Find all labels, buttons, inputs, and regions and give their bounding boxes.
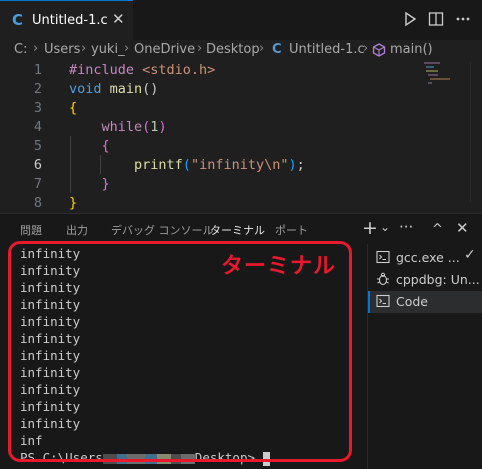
indent-guide bbox=[100, 155, 101, 174]
code-line[interactable]: } bbox=[69, 176, 110, 192]
terminal-list: gcc.exe ... ✓ cppdbg: Un... Code bbox=[367, 244, 482, 469]
check-icon: ✓ bbox=[464, 247, 476, 263]
code-token: } bbox=[69, 176, 110, 192]
bottom-panel: 問題 出力 デバッグ コンソール ターミナル ポート + ⌄ ··· ^ ✕ i… bbox=[0, 213, 482, 469]
tab-ports[interactable]: ポート bbox=[275, 222, 308, 238]
terminal-list-label: gcc.exe ... bbox=[396, 250, 460, 265]
panel-tabs: 問題 出力 デバッグ コンソール ターミナル ポート + ⌄ ··· ^ ✕ bbox=[0, 214, 482, 244]
code-line[interactable]: while(1) bbox=[69, 119, 167, 135]
chevron-right-icon: › bbox=[197, 41, 203, 56]
more-icon[interactable]: ··· bbox=[399, 218, 413, 236]
line-number: 3 bbox=[33, 100, 42, 116]
code-token: ) bbox=[158, 119, 167, 135]
tab-problems[interactable]: 問題 bbox=[20, 222, 42, 238]
code-editor[interactable]: 1 #include <stdio.h> 2 void main() 3{4 while… bbox=[0, 60, 482, 213]
terminal-list-item-cppdbg[interactable]: cppdbg: Un... bbox=[368, 269, 482, 291]
breadcrumb-item[interactable]: Desktop bbox=[206, 42, 260, 57]
terminal-list-label: Code bbox=[396, 294, 429, 309]
line-number: 7 bbox=[33, 176, 42, 192]
tab-output[interactable]: 出力 bbox=[66, 222, 88, 238]
chevron-right-icon: › bbox=[124, 41, 130, 56]
chevron-right-icon: › bbox=[81, 41, 87, 56]
code-line[interactable]: { bbox=[69, 138, 110, 154]
line-number: 5 bbox=[33, 138, 42, 154]
code-token: } bbox=[69, 195, 78, 211]
line-number: 4 bbox=[33, 119, 42, 135]
code-token: { bbox=[69, 100, 78, 116]
code-line[interactable]: { bbox=[69, 100, 77, 116]
close-icon[interactable]: ✕ bbox=[112, 10, 125, 28]
code-token: ; bbox=[296, 157, 305, 173]
close-icon[interactable]: ✕ bbox=[456, 219, 469, 237]
breadcrumb-item[interactable]: OneDrive bbox=[134, 42, 195, 57]
code-token: while bbox=[69, 119, 143, 135]
code-token: printf bbox=[69, 157, 183, 173]
code-token: ) bbox=[288, 157, 297, 173]
chevron-right-icon: › bbox=[33, 41, 39, 56]
code-token: () bbox=[142, 81, 159, 97]
breadcrumb-item[interactable]: yuki_ bbox=[91, 42, 125, 57]
chevron-right-icon: › bbox=[363, 41, 369, 56]
tab-label: Untitled-1.c bbox=[32, 13, 108, 28]
breadcrumb-item[interactable]: main() bbox=[390, 42, 433, 57]
annotation-label: ターミナル bbox=[221, 254, 337, 279]
line-number: 8 bbox=[33, 195, 42, 211]
tab-debug-console[interactable]: デバッグ コンソール bbox=[111, 222, 214, 238]
code-token: #include bbox=[69, 62, 143, 78]
editor-tab-bar: C Untitled-1.c ✕ bbox=[0, 0, 482, 41]
line-number: 2 bbox=[33, 81, 42, 97]
terminal-icon bbox=[376, 294, 390, 308]
terminal-list-item-code[interactable]: Code bbox=[368, 291, 482, 313]
breadcrumb-item[interactable]: Untitled-1.c bbox=[289, 42, 365, 57]
run-icon[interactable] bbox=[401, 10, 419, 28]
tab-terminal[interactable]: ターミナル bbox=[210, 222, 265, 238]
breadcrumb: C: › Users › yuki_ › OneDrive › Desktop … bbox=[0, 40, 482, 60]
c-file-icon: C bbox=[12, 11, 24, 29]
method-icon bbox=[372, 43, 386, 57]
code-line[interactable]: printf("infinity\n"); bbox=[69, 157, 305, 173]
maximize-icon[interactable]: ^ bbox=[432, 222, 443, 237]
code-line[interactable]: void main() bbox=[69, 81, 158, 97]
breadcrumb-item[interactable]: C: bbox=[14, 42, 27, 57]
debug-icon bbox=[377, 272, 389, 286]
line-number: 1 bbox=[33, 62, 42, 78]
code-token: "infinity\n" bbox=[190, 157, 289, 173]
terminal-icon bbox=[376, 250, 390, 264]
chevron-down-icon[interactable]: ⌄ bbox=[380, 220, 390, 234]
terminal-list-item-gcc[interactable]: gcc.exe ... ✓ bbox=[368, 247, 482, 269]
editor-scrollbar[interactable] bbox=[470, 62, 482, 202]
minimap[interactable] bbox=[424, 60, 474, 100]
split-editor-icon[interactable] bbox=[427, 10, 445, 28]
chevron-right-icon: › bbox=[259, 41, 265, 56]
add-terminal-icon[interactable]: + bbox=[362, 217, 378, 239]
breadcrumb-item[interactable]: Users bbox=[44, 42, 80, 57]
code-token: ( bbox=[182, 157, 191, 173]
terminal-list-label: cppdbg: Un... bbox=[396, 272, 480, 287]
more-icon[interactable] bbox=[454, 10, 472, 28]
indent-guide bbox=[70, 136, 71, 193]
code-token: void bbox=[69, 81, 110, 97]
code-line[interactable]: #include <stdio.h> bbox=[69, 62, 215, 78]
c-file-icon: C bbox=[272, 42, 282, 57]
code-token: main bbox=[109, 81, 143, 97]
line-number: 6 bbox=[33, 157, 42, 173]
code-token: { bbox=[69, 138, 110, 154]
code-token: <stdio.h> bbox=[142, 62, 216, 78]
tab-untitled-1[interactable]: C Untitled-1.c ✕ bbox=[0, 0, 133, 40]
code-line[interactable]: } bbox=[69, 195, 77, 211]
